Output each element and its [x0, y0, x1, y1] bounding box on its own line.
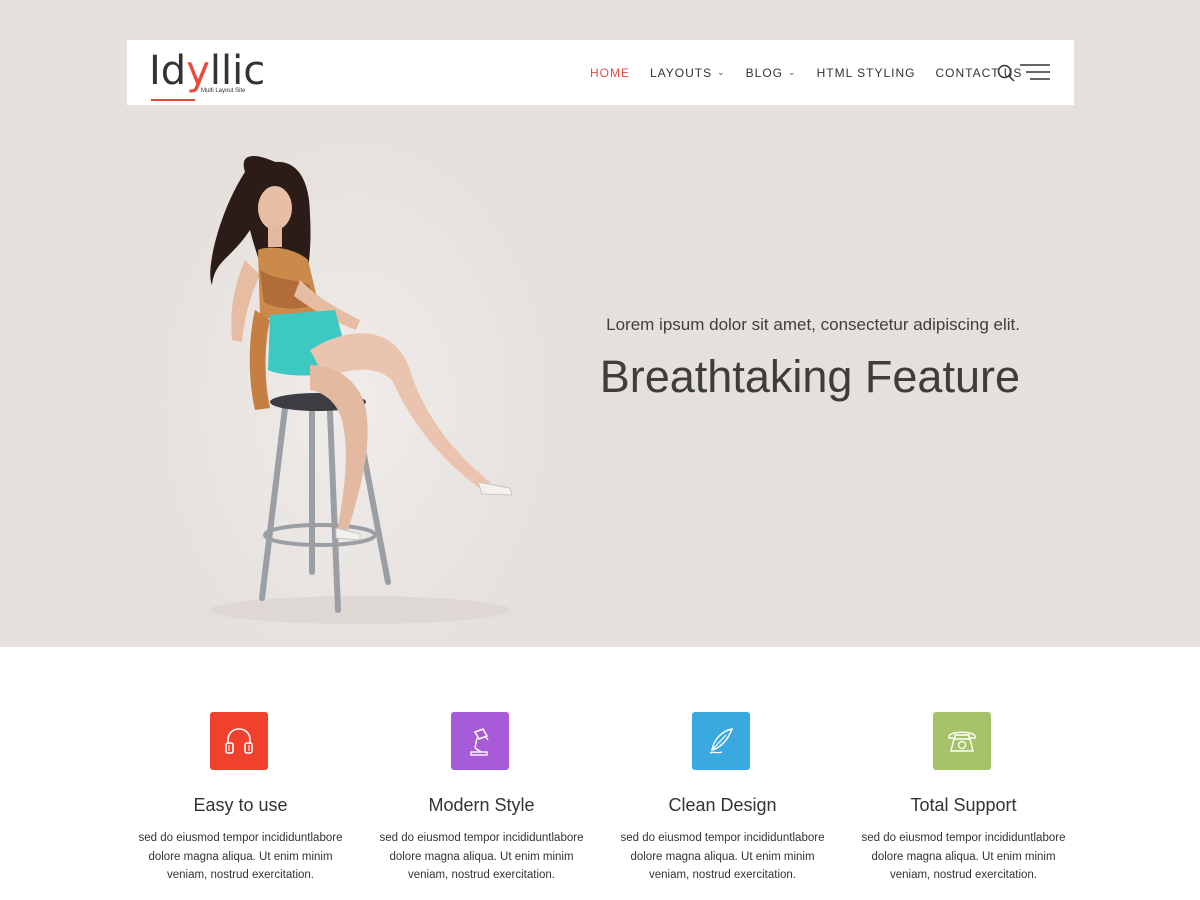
nav-item-label: BLOG	[745, 65, 784, 80]
feature-icon-tile	[210, 712, 268, 770]
feature-title: Clean Design	[668, 795, 777, 815]
hamburger-menu-icon[interactable]	[1020, 64, 1050, 80]
feature-description: sed do eiusmod tempor incididuntlabore d…	[620, 832, 825, 881]
hero-title: Breathtaking Feature	[599, 351, 1020, 402]
logo-tagline: Multi Layout Site	[201, 88, 246, 94]
feature-description: sed do eiusmod tempor incididuntlabore d…	[379, 832, 584, 881]
feature-description: sed do eiusmod tempor incididuntlabore d…	[138, 832, 343, 881]
logo-underline	[151, 99, 195, 101]
nav-item-layouts[interactable]: LAYOUTS ⌄	[650, 66, 726, 80]
telephone-icon	[948, 731, 976, 752]
nav-item-label: HOME	[590, 65, 630, 80]
hero-text-block: Lorem ipsum dolor sit amet, consectetur …	[460, 313, 1020, 405]
feature-icon-tile	[933, 712, 991, 770]
nav-item-home[interactable]: HOME	[590, 66, 630, 80]
nav-item-label: LAYOUTS	[650, 65, 713, 80]
site-header: Idyllic Multi Layout Site HOME LAYOUTS ⌄…	[127, 40, 1074, 105]
feature-description: sed do eiusmod tempor incididuntlabore d…	[861, 832, 1066, 881]
feature-title: Modern Style	[428, 795, 535, 815]
feature-title: Easy to use	[193, 795, 288, 815]
main-navigation: HOME LAYOUTS ⌄ BLOG ⌄ HTML STYLING CONTA…	[590, 40, 1042, 105]
nav-item-html-styling[interactable]: HTML STYLING	[817, 66, 916, 80]
feature-icon-tile	[692, 712, 750, 770]
features-section: Easy to use sed do eiusmod tempor incidi…	[120, 647, 1084, 900]
headphones-icon	[225, 728, 253, 754]
site-logo[interactable]: Idyllic Multi Layout Site	[149, 48, 269, 101]
feature-icon-tile	[451, 712, 509, 770]
logo-wordmark: Idyllic	[149, 48, 266, 94]
nav-item-label: HTML STYLING	[816, 65, 916, 80]
chevron-down-icon: ⌄	[788, 67, 797, 77]
chevron-down-icon: ⌄	[717, 67, 726, 77]
hero-subtitle: Lorem ipsum dolor sit amet, consectetur …	[606, 315, 1020, 334]
nav-item-blog[interactable]: BLOG ⌄	[746, 66, 797, 80]
feature-title: Total Support	[910, 795, 1017, 815]
feather-quill-icon	[709, 728, 734, 754]
search-icon[interactable]	[997, 64, 1015, 82]
desk-lamp-icon	[470, 728, 489, 756]
